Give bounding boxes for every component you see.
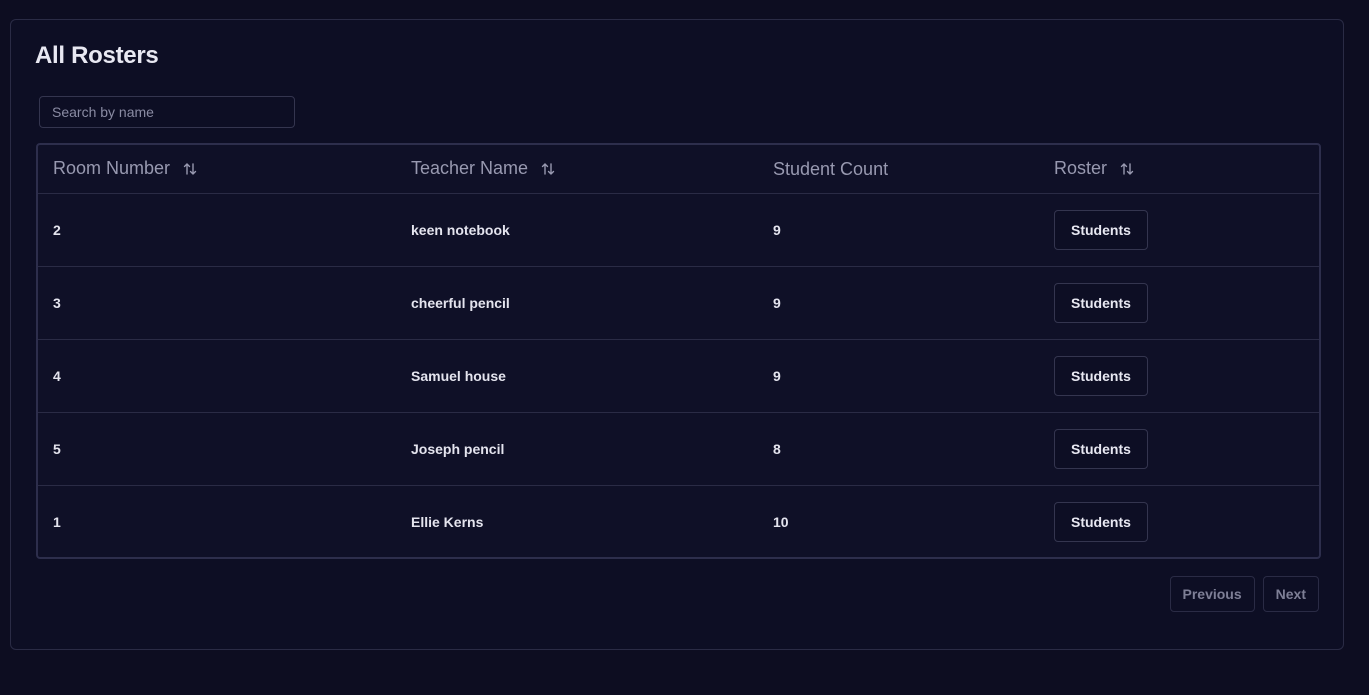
cell-room-number: 1 [53,514,61,530]
table-row: 3 cheerful pencil 9 Students [38,266,1319,340]
sort-arrows-icon[interactable] [541,160,555,181]
column-header-teacher-name[interactable]: Teacher Name [396,145,758,194]
table-row: 5 Joseph pencil 8 Students [38,412,1319,486]
cell-teacher-name: keen notebook [396,193,758,267]
cell-roster: Students [1039,339,1319,413]
search-input[interactable] [39,96,295,128]
cell-roster: Students [1039,412,1319,486]
table-row: 1 Ellie Kerns 10 Students [38,486,1319,558]
cell-student-count: 8 [758,412,1039,486]
students-button[interactable]: Students [1054,502,1148,542]
cell-teacher-name: Ellie Kerns [411,514,484,530]
cell-room-number: 2 [38,193,396,267]
sort-arrows-icon[interactable] [183,160,197,181]
rosters-table: Room Number Teacher Name Student Count R… [38,145,1319,558]
rosters-table-container: Room Number Teacher Name Student Count R… [36,143,1321,559]
next-button[interactable]: Next [1262,576,1319,612]
column-header-label: Roster [1054,157,1108,178]
cell-student-count: 9 [758,193,1039,267]
table-row: 2 keen notebook 9 Students [38,193,1319,267]
students-button[interactable]: Students [1054,283,1148,323]
cell-student-count: 10 [773,514,789,530]
cell-roster: Students [1039,193,1319,267]
previous-button[interactable]: Previous [1169,576,1255,612]
students-button[interactable]: Students [1054,356,1148,396]
column-header-roster[interactable]: Roster [1039,145,1319,194]
cell-student-count: 9 [758,339,1039,413]
cell-room-number: 3 [38,266,396,340]
page-title: All Rosters [35,42,159,69]
cell-teacher-name: cheerful pencil [396,266,758,340]
column-header-student-count: Student Count [758,145,1039,194]
column-header-room-number[interactable]: Room Number [38,145,396,194]
cell-room-number: 5 [38,412,396,486]
column-header-label: Student Count [773,158,889,179]
students-button[interactable]: Students [1054,210,1148,250]
column-header-label: Teacher Name [411,157,529,178]
cell-teacher-name: Joseph pencil [396,412,758,486]
pagination: Previous Next [1169,576,1319,612]
table-row: 4 Samuel house 9 Students [38,339,1319,413]
cell-teacher-name: Samuel house [396,339,758,413]
students-button[interactable]: Students [1054,429,1148,469]
cell-roster: Students [1039,266,1319,340]
cell-roster: Students [1039,486,1319,558]
cell-room-number: 4 [38,339,396,413]
column-header-label: Room Number [53,157,171,178]
rosters-card: All Rosters Room Number [10,19,1344,650]
table-header-row: Room Number Teacher Name Student Count R… [38,145,1319,194]
cell-student-count: 9 [758,266,1039,340]
sort-arrows-icon[interactable] [1120,160,1134,181]
